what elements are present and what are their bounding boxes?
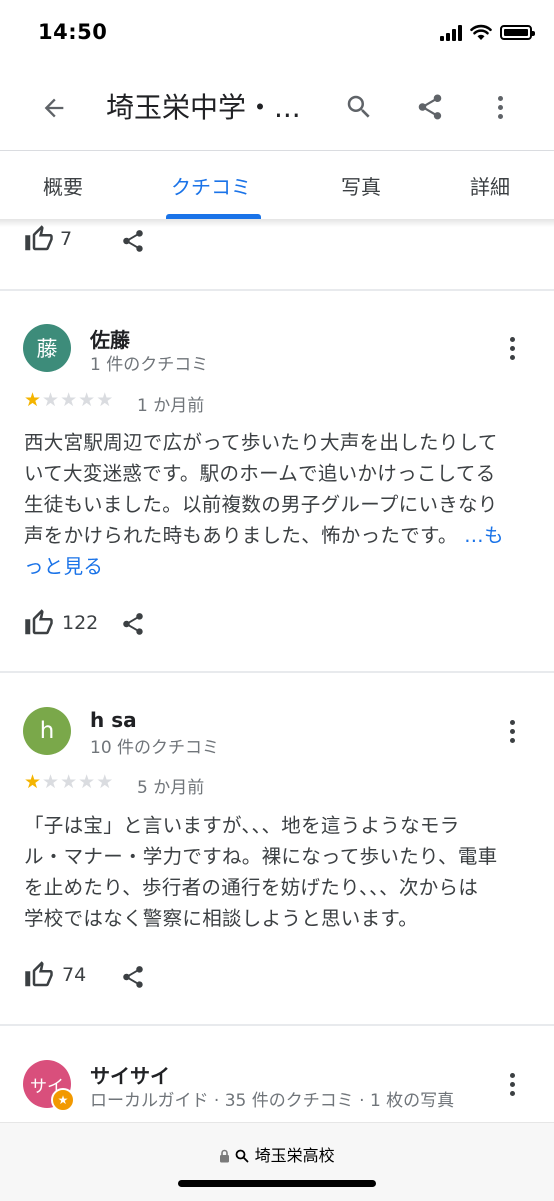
star-empty-icon: ★ [78, 389, 96, 411]
status-time: 14:50 [38, 20, 108, 44]
review-text-line: 西大宮駅周辺で広がって歩いたり大声を出したりして [24, 431, 498, 454]
reviewer-name[interactable]: h sa [90, 708, 137, 732]
tab-overview[interactable]: 概要 [43, 171, 83, 200]
review-more-button[interactable] [496, 330, 528, 366]
review-text-line: 「子は宝」と言いますが、、、地を這うようなモラ [24, 814, 460, 837]
share-icon [123, 966, 143, 988]
star-empty-icon: ★ [96, 771, 114, 793]
review-text-line: を止めたり、歩行者の通行を妨げたり、、、次からは [24, 876, 479, 899]
more-vert-icon [509, 336, 515, 360]
lock-icon [219, 1148, 230, 1167]
reviewer-name[interactable]: 佐藤 [90, 324, 130, 353]
reviewer-review-count: 1 件のクチコミ [90, 355, 209, 375]
like-count: 7 [60, 228, 73, 250]
review-text-line: 生徒もいました。以前複数の男子グループにいきなり [24, 493, 498, 516]
review-text-line: ル・マナー・学力ですね。裸になって歩いたり、電車 [24, 845, 498, 868]
thumb-up-icon [25, 961, 53, 987]
review-date: 5 か月前 [137, 778, 205, 798]
reviewer-name[interactable]: サイサイ [90, 1060, 170, 1089]
review-share-button[interactable] [118, 226, 148, 256]
share-button[interactable] [409, 86, 451, 128]
url-text: 埼玉栄高校 [254, 1146, 335, 1165]
review-more-button[interactable] [496, 713, 528, 749]
review-text-line: 学校ではなく警察に相談しようと思います。 [24, 907, 419, 930]
star-empty-icon: ★ [78, 771, 96, 793]
star-rating: ★ ★ ★ ★ ★ [24, 772, 113, 792]
tab-details[interactable]: 詳細 [470, 171, 510, 200]
like-button[interactable]: 74 [24, 960, 86, 990]
star-empty-icon: ★ [42, 771, 60, 793]
back-button[interactable] [34, 88, 74, 128]
share-icon [123, 613, 143, 635]
review-share-button[interactable] [118, 609, 148, 639]
review-text: 「子は宝」と言いますが、、、地を這うようなモラ ル・マナー・学力ですね。裸になっ… [24, 810, 534, 934]
battery-icon [500, 25, 535, 40]
wifi-icon [470, 24, 492, 40]
thumb-up-icon [25, 609, 53, 635]
more-vert-icon [509, 1072, 515, 1096]
star-filled-icon: ★ [24, 771, 42, 793]
review-more-button[interactable] [496, 1066, 528, 1102]
reviewer-review-count: 10 件のクチコミ [90, 738, 220, 758]
review-date: 1 か月前 [137, 396, 205, 416]
search-button[interactable] [338, 86, 380, 128]
tab-bar-shadow [0, 219, 554, 227]
share-icon [123, 230, 143, 252]
star-rating: ★ ★ ★ ★ ★ [24, 390, 113, 410]
review-share-button[interactable] [118, 962, 148, 992]
more-link[interactable]: っと見る [24, 551, 534, 582]
review-divider [0, 289, 554, 291]
thumb-up-icon [25, 225, 53, 251]
search-icon [347, 95, 370, 118]
status-icons [440, 24, 535, 41]
page-title: 埼玉栄中学・... [106, 91, 301, 124]
share-icon [418, 94, 442, 120]
review-text-line: 声をかけられた時もありました、怖かったです。 …も [24, 524, 504, 547]
signal-icon [440, 24, 462, 41]
more-vert-icon [509, 719, 515, 743]
review-divider [0, 1024, 554, 1026]
arrow-left-icon [44, 98, 64, 118]
search-icon [235, 1148, 249, 1167]
tab-reviews[interactable]: クチコミ [171, 171, 251, 200]
tab-bar: 概要 クチコミ 写真 詳細 [0, 150, 554, 221]
more-options-button[interactable] [480, 86, 520, 128]
like-count: 122 [62, 612, 99, 634]
like-button[interactable]: 7 [24, 224, 72, 254]
reviewer-review-count: ローカルガイド · 35 件のクチコミ · 1 枚の写真 [90, 1091, 455, 1111]
review-divider [0, 671, 554, 673]
url-bar[interactable]: 埼玉栄高校 [0, 1142, 554, 1167]
avatar[interactable]: h [23, 707, 71, 755]
star-empty-icon: ★ [96, 389, 114, 411]
like-button[interactable]: 122 [24, 608, 98, 638]
avatar[interactable]: 藤 [23, 324, 71, 372]
star-empty-icon: ★ [42, 389, 60, 411]
tab-photos[interactable]: 写真 [341, 171, 381, 200]
home-indicator[interactable] [178, 1180, 376, 1187]
review-text-line: いて大変迷惑です。駅のホームで追いかけっこしてる [24, 462, 496, 485]
star-filled-icon: ★ [24, 389, 42, 411]
more-vert-icon [497, 95, 503, 119]
review-text: 西大宮駅周辺で広がって歩いたり大声を出したりして いて大変迷惑です。駅のホームで… [24, 427, 534, 582]
like-count: 74 [62, 964, 87, 986]
local-guide-badge-icon: ★ [51, 1088, 75, 1112]
star-empty-icon: ★ [60, 771, 78, 793]
more-link[interactable]: …も [464, 524, 504, 547]
star-empty-icon: ★ [60, 389, 78, 411]
